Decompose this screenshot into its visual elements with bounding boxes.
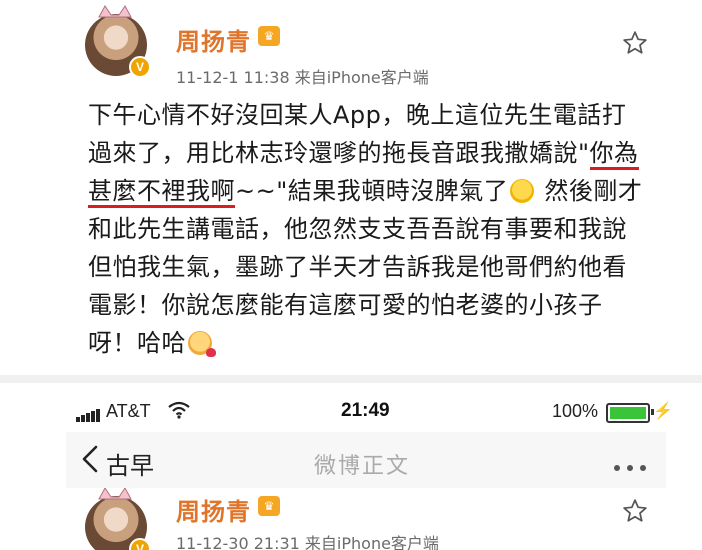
charging-bolt-icon: ⚡: [653, 403, 673, 420]
page-title: 微博正文: [314, 454, 411, 479]
cat-ears-decoration-icon: [98, 5, 132, 18]
avatar[interactable]: V: [85, 5, 151, 78]
wifi-icon: [168, 401, 190, 419]
post-meta: 11-12-30 21:31 来自iPhone客户端: [176, 530, 439, 550]
cat-ears-decoration-icon: [98, 488, 132, 500]
more-dots-icon[interactable]: [614, 456, 654, 471]
chevron-left-icon[interactable]: [80, 444, 100, 474]
vip-crown-icon: ♛: [258, 496, 280, 516]
post-content: 下午心情不好沒回某人App，晚上這位先生電話打過來了，用比林志玲還嗲的拖長音跟我…: [88, 96, 648, 362]
post-source: 来自iPhone客户端: [304, 534, 439, 550]
clock: 21:49: [341, 400, 390, 421]
content-text-quote-end: ~~"結果我頓時沒脾氣了: [235, 177, 509, 205]
verified-badge: V: [129, 538, 151, 550]
star-outline-icon[interactable]: [622, 498, 648, 524]
author-name[interactable]: 周扬青: [176, 492, 251, 527]
author-name[interactable]: 周扬青: [176, 22, 251, 57]
shrug-emoji-icon: [510, 179, 535, 203]
carrier-label: AT&T: [106, 401, 151, 421]
vip-crown-icon: ♛: [258, 26, 280, 46]
status-bar: AT&T 21:49 100% ⚡: [66, 393, 673, 429]
battery-icon: [606, 403, 654, 423]
post-date: 11-12-1 11:38: [176, 68, 290, 87]
avatar[interactable]: V: [85, 488, 151, 550]
signal-strength-icon: [76, 404, 101, 422]
weibo-post: V 周扬青 ♛ 11-12-1 11:38 来自iPhone客户端 下午心情不好…: [0, 0, 702, 375]
post-date: 11-12-30 21:31: [176, 534, 300, 550]
content-text-start: 下午心情不好沒回某人App，晚上這位先生電話打過來了，用比林志玲還嗲的拖長音跟我…: [88, 101, 627, 167]
battery-percentage: 100%: [552, 401, 599, 421]
post-meta: 11-12-1 11:38 来自iPhone客户端: [176, 64, 429, 88]
star-outline-icon[interactable]: [622, 30, 648, 56]
verified-badge: V: [129, 56, 151, 78]
blush-heart-emoji-icon: [188, 331, 216, 357]
weibo-post-2: V 周扬青 ♛ 11-12-30 21:31 来自iPhone客户端: [0, 488, 702, 550]
navigation-bar: 古早 微博正文: [66, 432, 666, 488]
back-button[interactable]: 古早: [106, 446, 154, 481]
divider: [0, 375, 702, 383]
post-source: 来自iPhone客户端: [294, 68, 429, 87]
